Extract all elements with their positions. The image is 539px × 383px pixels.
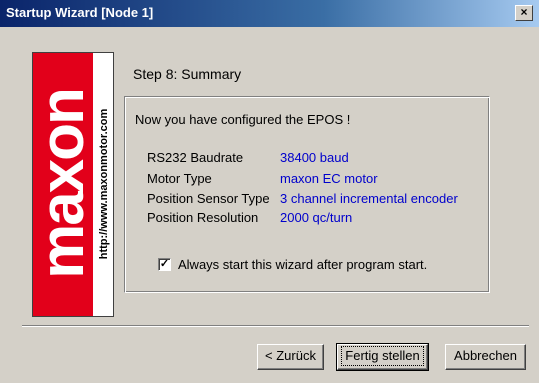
maxon-logo: maxon http://www.maxonmotor.com [32,52,114,317]
cancel-button-label: Abbrechen [454,348,517,363]
row-label: Position Resolution [147,210,259,225]
finish-button[interactable]: Fertig stellen [336,343,429,371]
always-start-checkbox[interactable]: ✓ [158,258,171,271]
row-label: RS232 Baudrate [147,150,244,165]
button-divider [22,325,529,327]
row-value: 2000 qc/turn [280,210,353,225]
row-value: 38400 baud [280,150,349,165]
row-value: maxon EC motor [280,171,378,186]
close-button[interactable]: × [515,5,533,21]
checkmark-icon: ✓ [159,258,170,270]
always-start-label[interactable]: Always start this wizard after program s… [178,257,427,272]
title-bar[interactable]: Startup Wizard [Node 1] × [0,0,539,27]
row-label: Position Sensor Type [147,191,270,206]
back-button[interactable]: < Zurück [257,344,324,370]
row-value: 3 channel incremental encoder [280,191,458,206]
window-title: Startup Wizard [Node 1] [6,5,154,20]
finish-button-label: Fertig stellen [341,346,424,366]
summary-intro: Now you have configured the EPOS ! [135,112,351,127]
row-label: Motor Type [147,171,212,186]
startup-wizard-window: Startup Wizard [Node 1] × maxon http://w… [0,0,539,383]
logo-url-text: http://www.maxonmotor.com [98,108,110,260]
logo-brand-text: maxon [32,89,97,279]
cancel-button[interactable]: Abbrechen [445,344,526,370]
step-title: Step 8: Summary [133,66,242,82]
close-icon: × [520,5,528,19]
back-button-label: < Zurück [265,348,316,363]
